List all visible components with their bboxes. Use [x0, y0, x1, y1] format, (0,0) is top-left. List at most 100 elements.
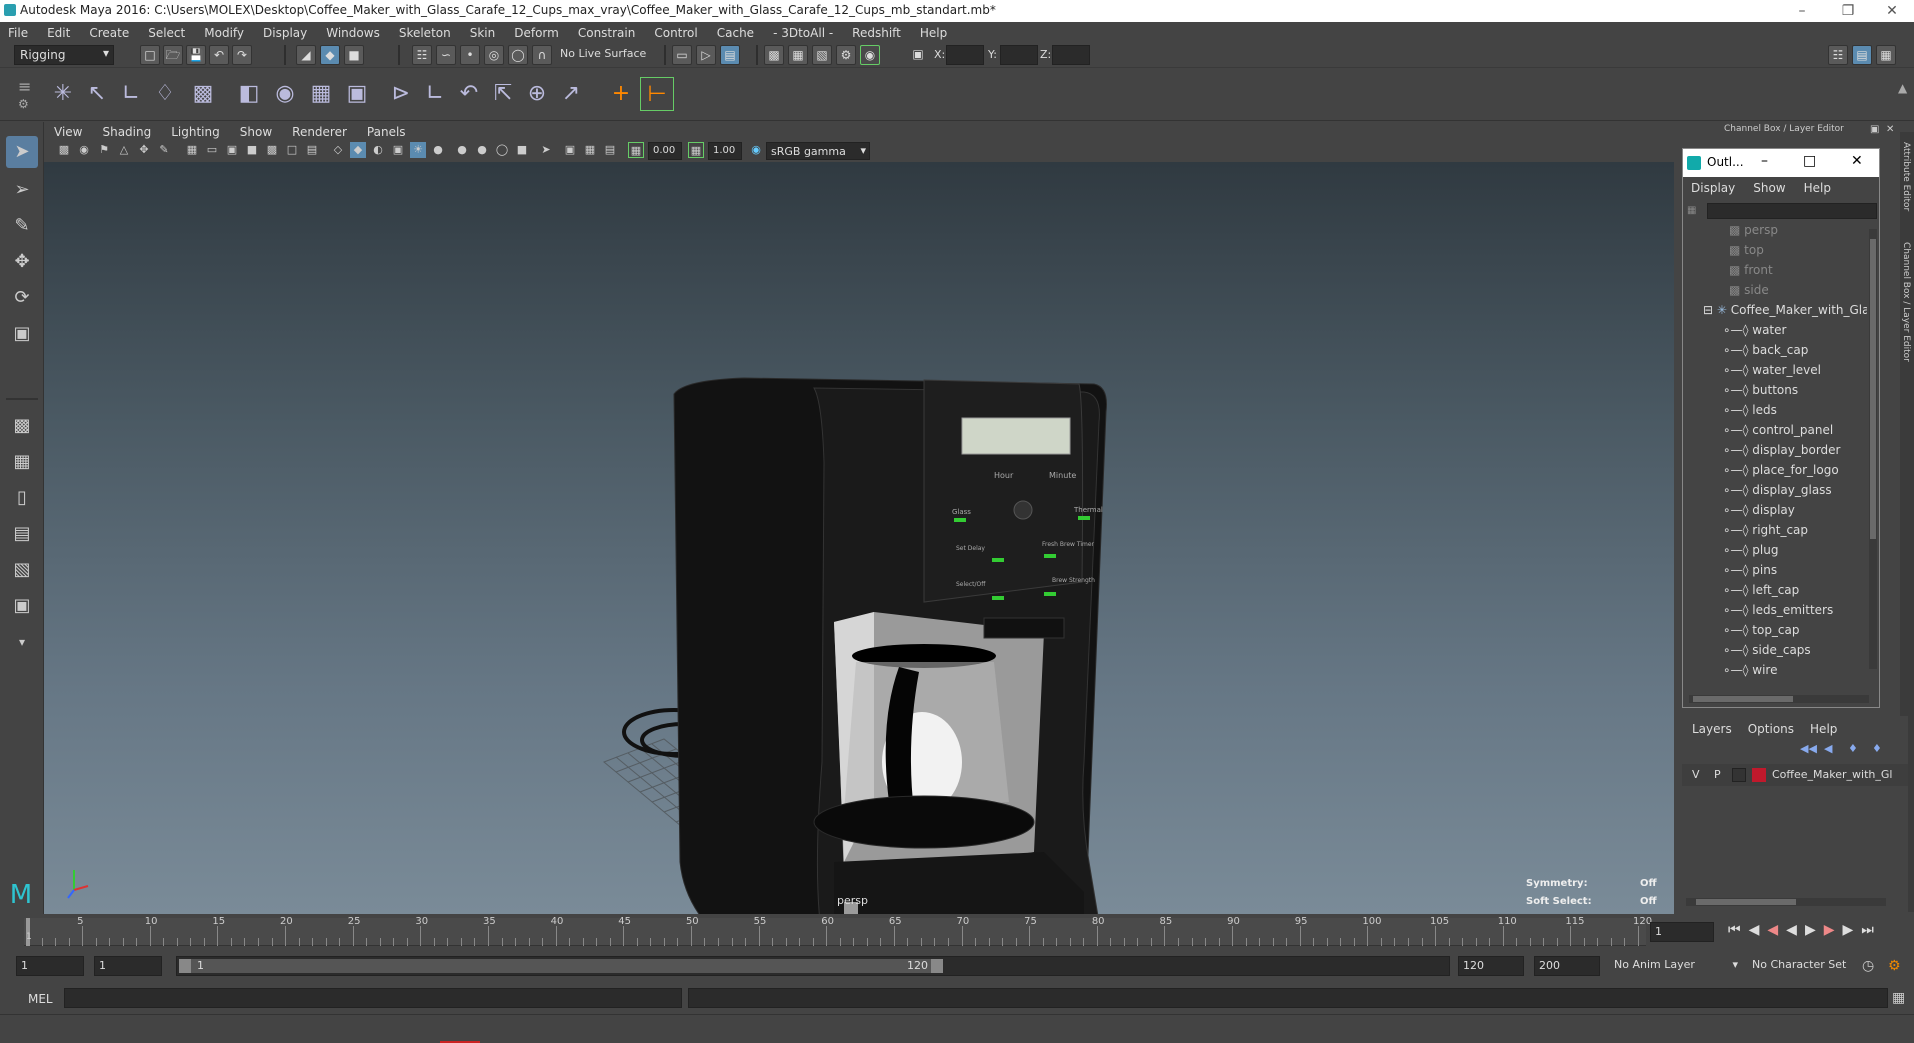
menu-skeleton[interactable]: Skeleton	[399, 26, 451, 40]
snap-magnet-icon[interactable]: ∩	[532, 45, 552, 65]
snap-view-icon[interactable]: ◎	[484, 45, 504, 65]
film-gate-icon[interactable]: ▭	[204, 142, 220, 158]
pole-vector-icon[interactable]: ↗	[554, 77, 588, 111]
hypershade-icon[interactable]: ◉	[860, 45, 880, 65]
current-frame-input[interactable]: 1	[1650, 922, 1714, 942]
persp-outliner-layout-icon[interactable]: ▯	[6, 482, 38, 514]
lattice-icon[interactable]: ▦	[304, 77, 338, 111]
undo-icon[interactable]: ↶	[209, 45, 229, 65]
layer-menu-options[interactable]: Options	[1748, 722, 1794, 736]
bookmark-icon[interactable]: ⚑	[96, 142, 112, 158]
safe-title-icon[interactable]: ▤	[304, 142, 320, 158]
minimize-icon[interactable]: –	[1761, 153, 1768, 169]
outliner-item-water-level[interactable]: ∘—◊ water_level	[1723, 363, 1867, 383]
step-back-icon[interactable]: ◀	[1749, 922, 1768, 938]
persp-graph-layout-icon[interactable]: ▤	[6, 518, 38, 550]
time-slider[interactable]: 5 10 15 20 25 30 35 40 45 50 55 60 65 70 75 80 85 90 95 100…	[0, 914, 1914, 950]
ik-handle-icon[interactable]: ↖	[80, 77, 114, 111]
paint-weights-icon[interactable]: ◉	[268, 77, 302, 111]
menu-skin[interactable]: Skin	[470, 26, 496, 40]
color-management-icon[interactable]: ◉	[748, 142, 764, 158]
range-slider-track[interactable]: 1 120	[176, 956, 1450, 976]
character-set-dropdown[interactable]: No Character Set	[1748, 956, 1858, 976]
menu-windows[interactable]: Windows	[326, 26, 380, 40]
attribute-editor-tab[interactable]: Attribute Editor	[1901, 142, 1911, 211]
outliner-item-display-glass[interactable]: ∘—◊ display_glass	[1723, 483, 1867, 503]
grease-pencil-icon[interactable]: ✎	[156, 142, 172, 158]
channel-box-tab[interactable]: Channel Box / Layer Editor	[1901, 242, 1911, 362]
layer-color-swatch[interactable]	[1752, 768, 1766, 782]
outliner-hscrollbar[interactable]	[1689, 695, 1869, 703]
shelf-settings-icon[interactable]: ⚙	[18, 97, 29, 111]
camera-attributes-icon[interactable]: ◉	[76, 142, 92, 158]
isolate-select-icon[interactable]: ➤	[538, 142, 554, 158]
outliner-hscroll-thumb[interactable]	[1693, 696, 1793, 702]
gate-mask-icon[interactable]: ■	[244, 142, 260, 158]
single-perspective-icon[interactable]: ▩	[6, 410, 38, 442]
viewport-menu-view[interactable]: View	[54, 125, 82, 139]
snap-grid-icon[interactable]: ☷	[412, 45, 432, 65]
textured-icon[interactable]: ▣	[390, 142, 406, 158]
float-panel-icon[interactable]: ▣	[1870, 124, 1879, 135]
outliner-item-display[interactable]: ∘—◊ display	[1723, 503, 1867, 523]
gamma-icon[interactable]: ▦	[688, 142, 704, 158]
outliner-item-display-border[interactable]: ∘—◊ display_border	[1723, 443, 1867, 463]
viewport-menu-show[interactable]: Show	[240, 125, 272, 139]
live-surface-label[interactable]: No Live Surface	[556, 45, 656, 65]
bind-skin-icon[interactable]: ◧	[232, 77, 266, 111]
range-end-handle[interactable]	[931, 959, 943, 973]
outliner-item-place-for-logo[interactable]: ∘—◊ place_for_logo	[1723, 463, 1867, 483]
persp-hypershade-layout-icon[interactable]: ▧	[6, 554, 38, 586]
end-time-input[interactable]: 200	[1534, 956, 1600, 976]
outliner-item-back-cap[interactable]: ∘—◊ back_cap	[1723, 343, 1867, 363]
go-to-end-icon[interactable]: ⏭	[1861, 922, 1882, 938]
move-layer-up-icon[interactable]: ◀◀	[1800, 742, 1817, 755]
select-tool-icon[interactable]: ➤	[6, 136, 38, 168]
layer-playback-toggle[interactable]: P	[1714, 768, 1721, 781]
parent-constraint-icon[interactable]: ⊳	[384, 77, 418, 111]
anim-layer-dropdown[interactable]: No Anim Layer ▾	[1610, 956, 1740, 976]
menu-modify[interactable]: Modify	[204, 26, 244, 40]
safe-action-icon[interactable]: □	[284, 142, 300, 158]
move-tool-icon[interactable]: ✥	[6, 246, 38, 278]
outliner-menu-show[interactable]: Show	[1753, 181, 1785, 195]
gamma-input[interactable]: 1.00	[708, 142, 742, 160]
wireframe-icon[interactable]: ◇	[330, 142, 346, 158]
range-start-handle[interactable]	[179, 959, 191, 973]
four-view-layout-icon[interactable]: ▦	[6, 446, 38, 478]
menu-display[interactable]: Display	[263, 26, 307, 40]
use-all-lights-icon[interactable]: ☀	[410, 142, 426, 158]
color-space-dropdown[interactable]: sRGB gamma ▾	[766, 142, 870, 160]
exposure-input[interactable]: 0.00	[648, 142, 682, 160]
redo-icon[interactable]: ↷	[232, 45, 252, 65]
mirror-joint-icon[interactable]: ♢	[148, 77, 182, 111]
outliner-item-buttons[interactable]: ∘—◊ buttons	[1723, 383, 1867, 403]
menu-file[interactable]: File	[8, 26, 28, 40]
outliner-item-top[interactable]: ▩ top	[1729, 243, 1867, 263]
menu-create[interactable]: Create	[89, 26, 129, 40]
point-constraint-icon[interactable]: ∟	[418, 77, 452, 111]
menu-redshift[interactable]: Redshift	[852, 26, 901, 40]
play-forward-icon[interactable]: ▶	[1805, 922, 1824, 938]
menu-constrain[interactable]: Constrain	[578, 26, 636, 40]
move-layer-down-icon[interactable]: ◀	[1824, 742, 1832, 755]
close-icon[interactable]: ✕	[1851, 153, 1863, 169]
layer-hscrollbar[interactable]	[1686, 898, 1886, 906]
menu-deform[interactable]: Deform	[514, 26, 559, 40]
shelf-menu-icon[interactable]: ≡	[18, 77, 31, 96]
screen-space-ao-icon[interactable]: ●	[454, 142, 470, 158]
tool-settings-icon[interactable]: ▦	[1876, 45, 1896, 65]
collapse-icon[interactable]: ⊟	[1703, 303, 1717, 317]
smooth-shade-icon[interactable]: ◆	[350, 142, 366, 158]
layer-menu-help[interactable]: Help	[1810, 722, 1837, 736]
layer-display-type[interactable]	[1732, 768, 1746, 782]
go-to-start-icon[interactable]: ⏮	[1728, 922, 1749, 938]
snap-surface-icon[interactable]: ◯	[508, 45, 528, 65]
outliner-item-plug[interactable]: ∘—◊ plug	[1723, 543, 1867, 563]
layer-row[interactable]: V P Coffee_Maker_with_Gl	[1682, 764, 1908, 786]
outliner-item-side-caps[interactable]: ∘—◊ side_caps	[1723, 643, 1867, 663]
render-settings-icon[interactable]: ⚙	[836, 45, 856, 65]
two-d-pan-icon[interactable]: ✥	[136, 142, 152, 158]
outliner-item-leds[interactable]: ∘—◊ leds	[1723, 403, 1867, 423]
aim-constraint-icon[interactable]: ⊕	[520, 77, 554, 111]
